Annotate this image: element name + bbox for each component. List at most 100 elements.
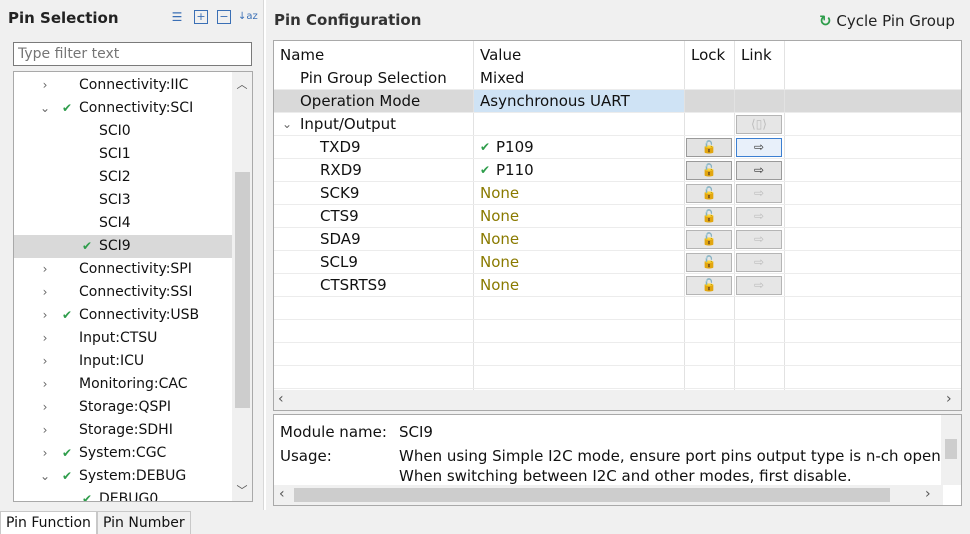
tree-item[interactable]: › Storage:SDHI — [14, 419, 232, 442]
chevron-right-icon[interactable]: › — [39, 396, 51, 419]
module-name-label: Module name: — [280, 423, 387, 441]
tree-item[interactable]: › Input:CTSU — [14, 327, 232, 350]
tree-item-label: SCI9 — [99, 238, 131, 254]
row-value[interactable]: P110 — [496, 159, 534, 182]
link-arrow-button[interactable]: ⇨ — [736, 230, 782, 249]
chevron-right-icon[interactable]: › — [39, 258, 51, 281]
table-h-scrollbar[interactable]: ‹ › — [274, 390, 961, 410]
chevron-down-icon[interactable]: ⌄ — [39, 465, 51, 488]
row-name: CTS9 — [320, 207, 359, 225]
tree-item[interactable]: ⌄ ✔ Connectivity:SCI — [14, 97, 232, 120]
lock-button[interactable]: 🔓 — [686, 253, 732, 272]
pin-tree: › Connectivity:IIC ⌄ ✔ Connectivity:SCI SCI0 S… — [13, 71, 253, 502]
chevron-down-icon[interactable]: ⌄ — [39, 97, 51, 120]
tree-item[interactable]: › Input:ICU — [14, 350, 232, 373]
tree-item[interactable]: › Connectivity:IIC — [14, 74, 232, 97]
col-header-value[interactable]: Value — [480, 46, 521, 64]
row-name: RXD9 — [320, 161, 362, 179]
collapse-icon[interactable]: − — [217, 10, 231, 24]
chevron-right-icon[interactable]: › — [39, 304, 51, 327]
sort-alpha-icon[interactable]: ↓az — [238, 10, 258, 24]
tree-item[interactable]: ✔ DEBUG0 — [14, 488, 232, 502]
chevron-right-icon[interactable]: › — [39, 350, 51, 373]
tree-item[interactable]: SCI4 — [14, 212, 232, 235]
row-value[interactable]: None — [480, 205, 519, 228]
tab-pin-number[interactable]: Pin Number — [97, 511, 191, 534]
tree-item[interactable]: › Connectivity:SPI — [14, 258, 232, 281]
info-v-scroll-thumb[interactable] — [945, 439, 957, 459]
chevron-right-icon[interactable]: › — [39, 281, 51, 304]
chevron-down-icon[interactable]: ⌄ — [282, 113, 292, 136]
tree-item-label: Connectivity:SCI — [79, 100, 194, 116]
tree-item[interactable]: ⌄ ✔ System:DEBUG — [14, 465, 232, 488]
row-value[interactable]: Asynchronous UART — [480, 90, 630, 113]
tree-item-label: Monitoring:CAC — [79, 376, 188, 392]
chevron-right-icon[interactable]: › — [39, 373, 51, 396]
collapse-all-icon[interactable]: ☰ — [170, 10, 184, 24]
link-arrow-button[interactable]: ⇨ — [736, 161, 782, 180]
lock-button[interactable]: 🔓 — [686, 184, 732, 203]
usage-line-2: When switching between I2C and other mod… — [399, 467, 852, 485]
lock-button[interactable]: 🔓 — [686, 276, 732, 295]
tree-item-label: DEBUG0 — [99, 491, 159, 502]
tree-scroll-thumb[interactable] — [235, 172, 250, 408]
tree-item[interactable]: SCI0 — [14, 120, 232, 143]
lock-button[interactable]: 🔓 — [686, 230, 732, 249]
scroll-up-icon[interactable]: ︿ — [232, 76, 252, 92]
lock-button[interactable]: 🔓 — [686, 138, 732, 157]
scroll-left-icon[interactable]: ‹ — [278, 391, 284, 407]
scroll-right-icon[interactable]: › — [925, 486, 931, 502]
row-divider — [274, 181, 961, 182]
chevron-right-icon[interactable]: › — [39, 442, 51, 465]
row-name: TXD9 — [320, 138, 361, 156]
row-value[interactable]: P109 — [496, 136, 534, 159]
filter-input[interactable] — [13, 42, 252, 66]
link-arrow-button[interactable]: ⇨ — [736, 253, 782, 272]
lock-button[interactable]: 🔓 — [686, 207, 732, 226]
row-value[interactable]: None — [480, 251, 519, 274]
info-h-scroll-thumb[interactable] — [294, 488, 890, 502]
tree-item[interactable]: › Connectivity:SSI — [14, 281, 232, 304]
link-arrow-button[interactable]: ⇨ — [736, 184, 782, 203]
tree-item-label: Connectivity:USB — [79, 307, 200, 323]
scroll-down-icon[interactable]: ﹀ — [232, 482, 252, 498]
col-header-link[interactable]: Link — [741, 46, 772, 64]
col-header-name[interactable]: Name — [280, 46, 324, 64]
link-arrow-button[interactable]: ⇨ — [736, 138, 782, 157]
check-icon: ✔ — [61, 101, 73, 115]
tree-item-label: Input:CTSU — [79, 330, 158, 346]
row-name: SCK9 — [320, 184, 360, 202]
tree-item[interactable]: SCI3 — [14, 189, 232, 212]
row-value[interactable]: Mixed — [480, 67, 524, 90]
row-divider — [274, 342, 961, 343]
chevron-right-icon[interactable]: › — [39, 327, 51, 350]
scroll-right-icon[interactable]: › — [946, 391, 952, 407]
col-divider — [784, 41, 785, 391]
lock-button[interactable]: 🔓 — [686, 161, 732, 180]
tree-item[interactable]: › ✔ System:CGC — [14, 442, 232, 465]
tree-item[interactable]: SCI1 — [14, 143, 232, 166]
tree-item[interactable]: › Monitoring:CAC — [14, 373, 232, 396]
tree-item-label: Storage:QSPI — [79, 399, 171, 415]
tree-item-label: System:CGC — [79, 445, 167, 461]
tree-item-label: SCI2 — [99, 169, 131, 185]
expand-icon[interactable]: + — [194, 10, 208, 24]
tree-item-label: Connectivity:SSI — [79, 284, 193, 300]
link-arrow-button[interactable]: ⇨ — [736, 207, 782, 226]
tree-item[interactable]: › ✔ Connectivity:USB — [14, 304, 232, 327]
chevron-right-icon[interactable]: › — [39, 74, 51, 97]
cycle-pin-group-button[interactable]: ↻ Cycle Pin Group — [819, 12, 955, 30]
row-value[interactable]: None — [480, 228, 519, 251]
tree-item[interactable]: › Storage:QSPI — [14, 396, 232, 419]
tree-item[interactable]: ✔ SCI9 — [14, 235, 232, 258]
link-group-button[interactable]: ⟨▯⟩ — [736, 115, 782, 134]
row-value[interactable]: None — [480, 274, 519, 297]
tree-item[interactable]: SCI2 — [14, 166, 232, 189]
row-value[interactable]: None — [480, 182, 519, 205]
col-header-lock[interactable]: Lock — [691, 46, 725, 64]
scroll-left-icon[interactable]: ‹ — [279, 486, 285, 502]
link-arrow-button[interactable]: ⇨ — [736, 276, 782, 295]
chevron-right-icon[interactable]: › — [39, 419, 51, 442]
module-name-value: SCI9 — [399, 423, 433, 441]
tab-pin-function[interactable]: Pin Function — [0, 511, 97, 534]
